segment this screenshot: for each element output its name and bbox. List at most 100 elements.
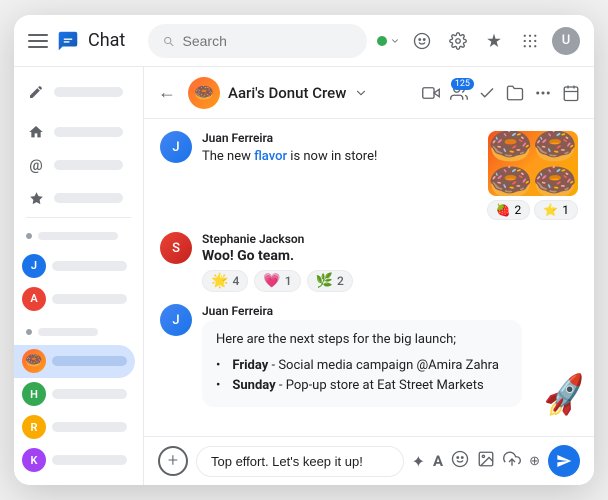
app-window: Chat: [14, 15, 594, 485]
input-sparkle-icon[interactable]: ✦: [412, 452, 425, 471]
apps-grid-icon[interactable]: [516, 27, 544, 55]
reaction-heart-count: 1: [285, 274, 292, 288]
sidebar-chat-item-1[interactable]: J: [14, 249, 135, 282]
mention-amira[interactable]: @Amira Zahra: [417, 358, 499, 373]
msg-text-1: The new flavor is now in store!: [202, 147, 477, 167]
message-input[interactable]: [196, 446, 404, 477]
rocket-decoration: 🚀: [543, 375, 588, 417]
sidebar-dm-section-header: [14, 224, 143, 250]
calendar-icon[interactable]: [562, 84, 580, 102]
hamburger-icon[interactable]: [28, 31, 48, 51]
flavor-link[interactable]: flavor: [254, 149, 287, 164]
sidebar-chat-label-2: [52, 294, 127, 304]
msg-avatar-juan-1: J: [160, 131, 192, 163]
msg-sender-3: Juan Ferreira: [202, 304, 578, 318]
input-bar: + ✦ A: [144, 436, 594, 485]
chat-avatar-1: J: [22, 254, 46, 278]
dm-section-dot: [26, 233, 32, 239]
input-actions: ✦ A: [412, 445, 580, 477]
sidebar-space-item-1[interactable]: H: [14, 378, 135, 411]
dm-section-label: [38, 232, 118, 240]
star-magic-icon[interactable]: [480, 27, 508, 55]
input-format-icon[interactable]: A: [433, 452, 443, 470]
msg-avatar-stephanie: S: [160, 232, 192, 264]
sidebar-space-label-3: [52, 455, 127, 465]
sidebar-space-item-2[interactable]: R: [14, 411, 135, 444]
reaction-heart-emoji: 💗: [263, 273, 280, 289]
input-more-icon[interactable]: ⊕: [529, 454, 540, 469]
message-group-2: S Stephanie Jackson Woo! Go team. 🌟 4 💗 …: [160, 232, 578, 292]
main-body: @ J: [14, 67, 594, 485]
sidebar-item-home[interactable]: [14, 115, 135, 148]
reaction-heart[interactable]: 💗 1: [254, 270, 300, 292]
step-list: Friday - Social media campaign @Amira Za…: [216, 356, 508, 398]
chat-header-actions: 125: [422, 84, 580, 102]
search-bar[interactable]: [148, 24, 367, 58]
chat-group-avatar: 🍩: [188, 77, 220, 109]
chat-group-name[interactable]: Aari's Donut Crew: [228, 84, 346, 102]
space-avatar-1: H: [22, 382, 46, 406]
eat-street-link[interactable]: Eat Street Markets: [377, 378, 484, 393]
step-sunday-text: Sunday - Pop-up store at Eat Street Mark…: [232, 376, 483, 397]
reaction-star-count: 4: [232, 274, 239, 288]
msg-sender-2: Stephanie Jackson: [202, 232, 578, 246]
sidebar-space-label-1: [52, 389, 127, 399]
status-chevron-icon: [390, 36, 400, 46]
input-upload-icon[interactable]: [503, 450, 521, 472]
sidebar-item-new-chat[interactable]: [14, 75, 135, 108]
search-input[interactable]: [183, 33, 354, 49]
donut-image: 🍩🍩🍩🍩: [488, 131, 578, 196]
emoji-top-icon[interactable]: [408, 27, 436, 55]
reaction-star-emoji: 🌟: [211, 273, 228, 289]
send-icon: [556, 453, 572, 469]
status-indicator[interactable]: [377, 36, 400, 46]
group-name-chevron-icon[interactable]: [354, 86, 368, 100]
sidebar-item-starred[interactable]: [14, 182, 135, 215]
input-emoji-icon[interactable]: [451, 450, 469, 472]
folder-icon[interactable]: [506, 84, 524, 102]
sidebar: @ J: [14, 67, 144, 485]
members-icon[interactable]: 125: [450, 84, 468, 102]
top-bar: Chat: [14, 15, 594, 67]
app-title: Chat: [88, 30, 125, 51]
chat-area: ← 🍩 Aari's Donut Crew: [144, 67, 594, 485]
sidebar-chat-label-1: [52, 261, 127, 271]
more-options-icon[interactable]: [534, 84, 552, 102]
next-steps-bubble: Here are the next steps for the big laun…: [202, 320, 522, 407]
input-image-icon[interactable]: [477, 450, 495, 472]
msg-text-2: Woo! Go team.: [202, 248, 578, 264]
spaces-section-dot: [26, 329, 32, 335]
starred-icon: [26, 188, 46, 208]
sidebar-space-label-active: [52, 356, 127, 366]
message-group-3-wrapper: J Juan Ferreira Here are the next steps …: [160, 304, 578, 407]
msg-avatar-juan-2: J: [160, 304, 192, 336]
add-button[interactable]: +: [158, 446, 188, 476]
rocket-emoji: 🚀: [540, 372, 591, 421]
task-check-icon[interactable]: [478, 84, 496, 102]
spaces-section-label: [38, 328, 98, 336]
space-avatar-3: K: [22, 448, 46, 472]
settings-icon[interactable]: [444, 27, 472, 55]
send-button[interactable]: [548, 445, 580, 477]
reaction-star[interactable]: 🌟 4: [202, 270, 248, 292]
msg-sender-1: Juan Ferreira: [202, 131, 477, 145]
sidebar-space-item-3[interactable]: K: [14, 444, 135, 477]
image-reaction-star[interactable]: ⭐ 1: [534, 200, 578, 220]
image-reaction-strawberry[interactable]: 🍓 2: [487, 200, 531, 220]
sidebar-chat-item-2[interactable]: A: [14, 282, 135, 315]
sidebar-space-item-active[interactable]: 🍩: [14, 345, 135, 378]
message-group-1: J Juan Ferreira The new flavor is now in…: [160, 131, 578, 220]
search-icon: [162, 34, 175, 48]
space-avatar-active: 🍩: [22, 349, 46, 373]
messages-area[interactable]: J Juan Ferreira The new flavor is now in…: [144, 119, 594, 436]
reaction-leaf[interactable]: 🌿 2: [307, 270, 353, 292]
step-sunday: Sunday - Pop-up store at Eat Street Mark…: [216, 376, 508, 397]
space-avatar-2: R: [22, 415, 46, 439]
reactions-group: 🌟 4 💗 1 🌿 2: [202, 270, 578, 292]
back-button[interactable]: ←: [158, 84, 176, 102]
video-call-icon[interactable]: [422, 84, 440, 102]
user-avatar[interactable]: U: [552, 27, 580, 55]
sidebar-space-label-2: [52, 422, 127, 432]
sidebar-item-mentions[interactable]: @: [14, 148, 135, 181]
msg-content-3: Juan Ferreira Here are the next steps fo…: [202, 304, 578, 407]
